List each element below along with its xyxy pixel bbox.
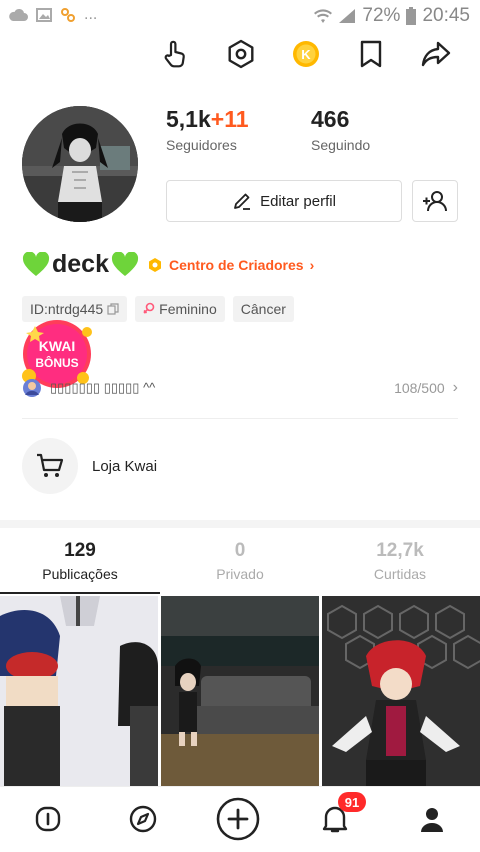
create-plus-icon[interactable] xyxy=(216,797,260,841)
battery-icon xyxy=(406,7,417,25)
kwai-shop-row[interactable]: Loja Kwai xyxy=(22,438,157,494)
bio-row[interactable]: ▯▯▯▯▯▯▯ ▯▯▯▯▯ ^^ 108/500 › xyxy=(22,376,458,400)
kwai-bonus-line1: KWAI xyxy=(39,338,76,354)
tab-count: 12,7k xyxy=(376,540,424,561)
id-text: ID:ntrdg445 xyxy=(30,301,104,317)
following-count: 466 xyxy=(311,106,350,132)
creator-hexagon-icon xyxy=(148,257,161,272)
status-right: 72% 20:45 xyxy=(314,5,470,27)
section-divider xyxy=(0,520,480,528)
kwai-bonus-line2: BÔNUS xyxy=(35,355,78,370)
video-thumbnail[interactable] xyxy=(0,596,158,786)
video-thumbnail[interactable] xyxy=(161,596,319,786)
gender-tag: Feminino xyxy=(135,296,225,322)
bio-avatar-icon xyxy=(23,379,41,397)
profile-user-icon[interactable] xyxy=(410,797,454,841)
shop-label: Loja Kwai xyxy=(92,457,158,475)
divider xyxy=(22,418,458,419)
share-icon[interactable] xyxy=(418,36,454,72)
profile-toolbar: K xyxy=(0,34,480,74)
followers-count: 5,1k+11 xyxy=(166,106,249,132)
tab-label: Publicações xyxy=(42,566,118,582)
creator-center-label: Centro de Criadores xyxy=(168,256,304,273)
signal-icon xyxy=(339,9,356,23)
tab-label: Curtidas xyxy=(373,566,427,582)
green-heart-icon xyxy=(111,251,138,276)
bio-char-count: 108/500 xyxy=(394,380,445,396)
pencil-icon xyxy=(234,193,251,210)
green-heart-icon xyxy=(22,251,50,276)
video-thumbnail[interactable] xyxy=(322,596,480,786)
followers-label: Seguidores xyxy=(166,137,237,153)
bio-chevron: › xyxy=(452,379,458,396)
home-icon[interactable] xyxy=(26,797,70,841)
app-notification-icon xyxy=(61,8,75,22)
profile-name: deck xyxy=(52,250,109,278)
tab-count: 0 xyxy=(234,540,246,561)
kwai-coin-icon[interactable]: K xyxy=(288,36,324,72)
status-more-dots: ... xyxy=(84,6,98,23)
followers-stat[interactable]: 5,1k+11 Seguidores xyxy=(166,106,249,153)
discover-compass-icon[interactable] xyxy=(121,797,165,841)
tab-privado[interactable]: 0 Privado xyxy=(160,540,320,594)
clock-time: 20:45 xyxy=(422,5,470,26)
edit-profile-label: Editar perfil xyxy=(260,192,336,210)
settings-hexagon-icon[interactable] xyxy=(223,36,259,72)
image-icon xyxy=(36,8,52,22)
gender-text: Feminino xyxy=(159,301,217,317)
notification-badge: 91 xyxy=(338,792,366,812)
bio-text: ▯▯▯▯▯▯▯ ▯▯▯▯▯ ^^ xyxy=(50,380,156,395)
tab-count: 129 xyxy=(64,540,96,561)
battery-percent: 72% xyxy=(362,5,401,26)
wifi-icon xyxy=(314,9,333,23)
creator-chevron: › xyxy=(309,256,315,273)
add-friend-button[interactable] xyxy=(412,180,458,222)
tab-label: Privado xyxy=(216,566,264,582)
zodiac-text: Câncer xyxy=(240,301,286,317)
status-bar: ... 72% 20:45 xyxy=(0,0,480,34)
svg-text:K: K xyxy=(301,47,311,62)
female-icon xyxy=(143,302,155,314)
profile-tabs: 129 Publicações 0 Privado 12,7k Curtidas xyxy=(0,540,480,594)
name-row: deck Centro de Criadores › xyxy=(22,250,314,279)
cloud-icon xyxy=(9,8,28,21)
bookmark-icon[interactable] xyxy=(353,36,389,72)
add-user-icon xyxy=(423,191,447,212)
zodiac-tag: Câncer xyxy=(232,296,294,322)
video-grid xyxy=(0,596,480,786)
following-label: Seguindo xyxy=(311,137,371,153)
bottom-nav xyxy=(0,786,480,852)
following-stat[interactable]: 466 Seguindo xyxy=(311,106,370,153)
hand-pointer-icon[interactable] xyxy=(158,36,194,72)
creator-center-link[interactable]: Centro de Criadores › xyxy=(147,257,314,273)
tab-curtidas[interactable]: 12,7k Curtidas xyxy=(320,540,480,594)
edit-profile-button[interactable]: Editar perfil xyxy=(166,180,402,222)
avatar[interactable] xyxy=(22,106,138,222)
tab-publicacoes[interactable]: 129 Publicações xyxy=(0,540,160,594)
status-left: ... xyxy=(8,6,97,24)
copy-icon xyxy=(107,303,119,315)
followers-delta: +11 xyxy=(210,106,249,132)
cart-icon xyxy=(22,438,78,494)
